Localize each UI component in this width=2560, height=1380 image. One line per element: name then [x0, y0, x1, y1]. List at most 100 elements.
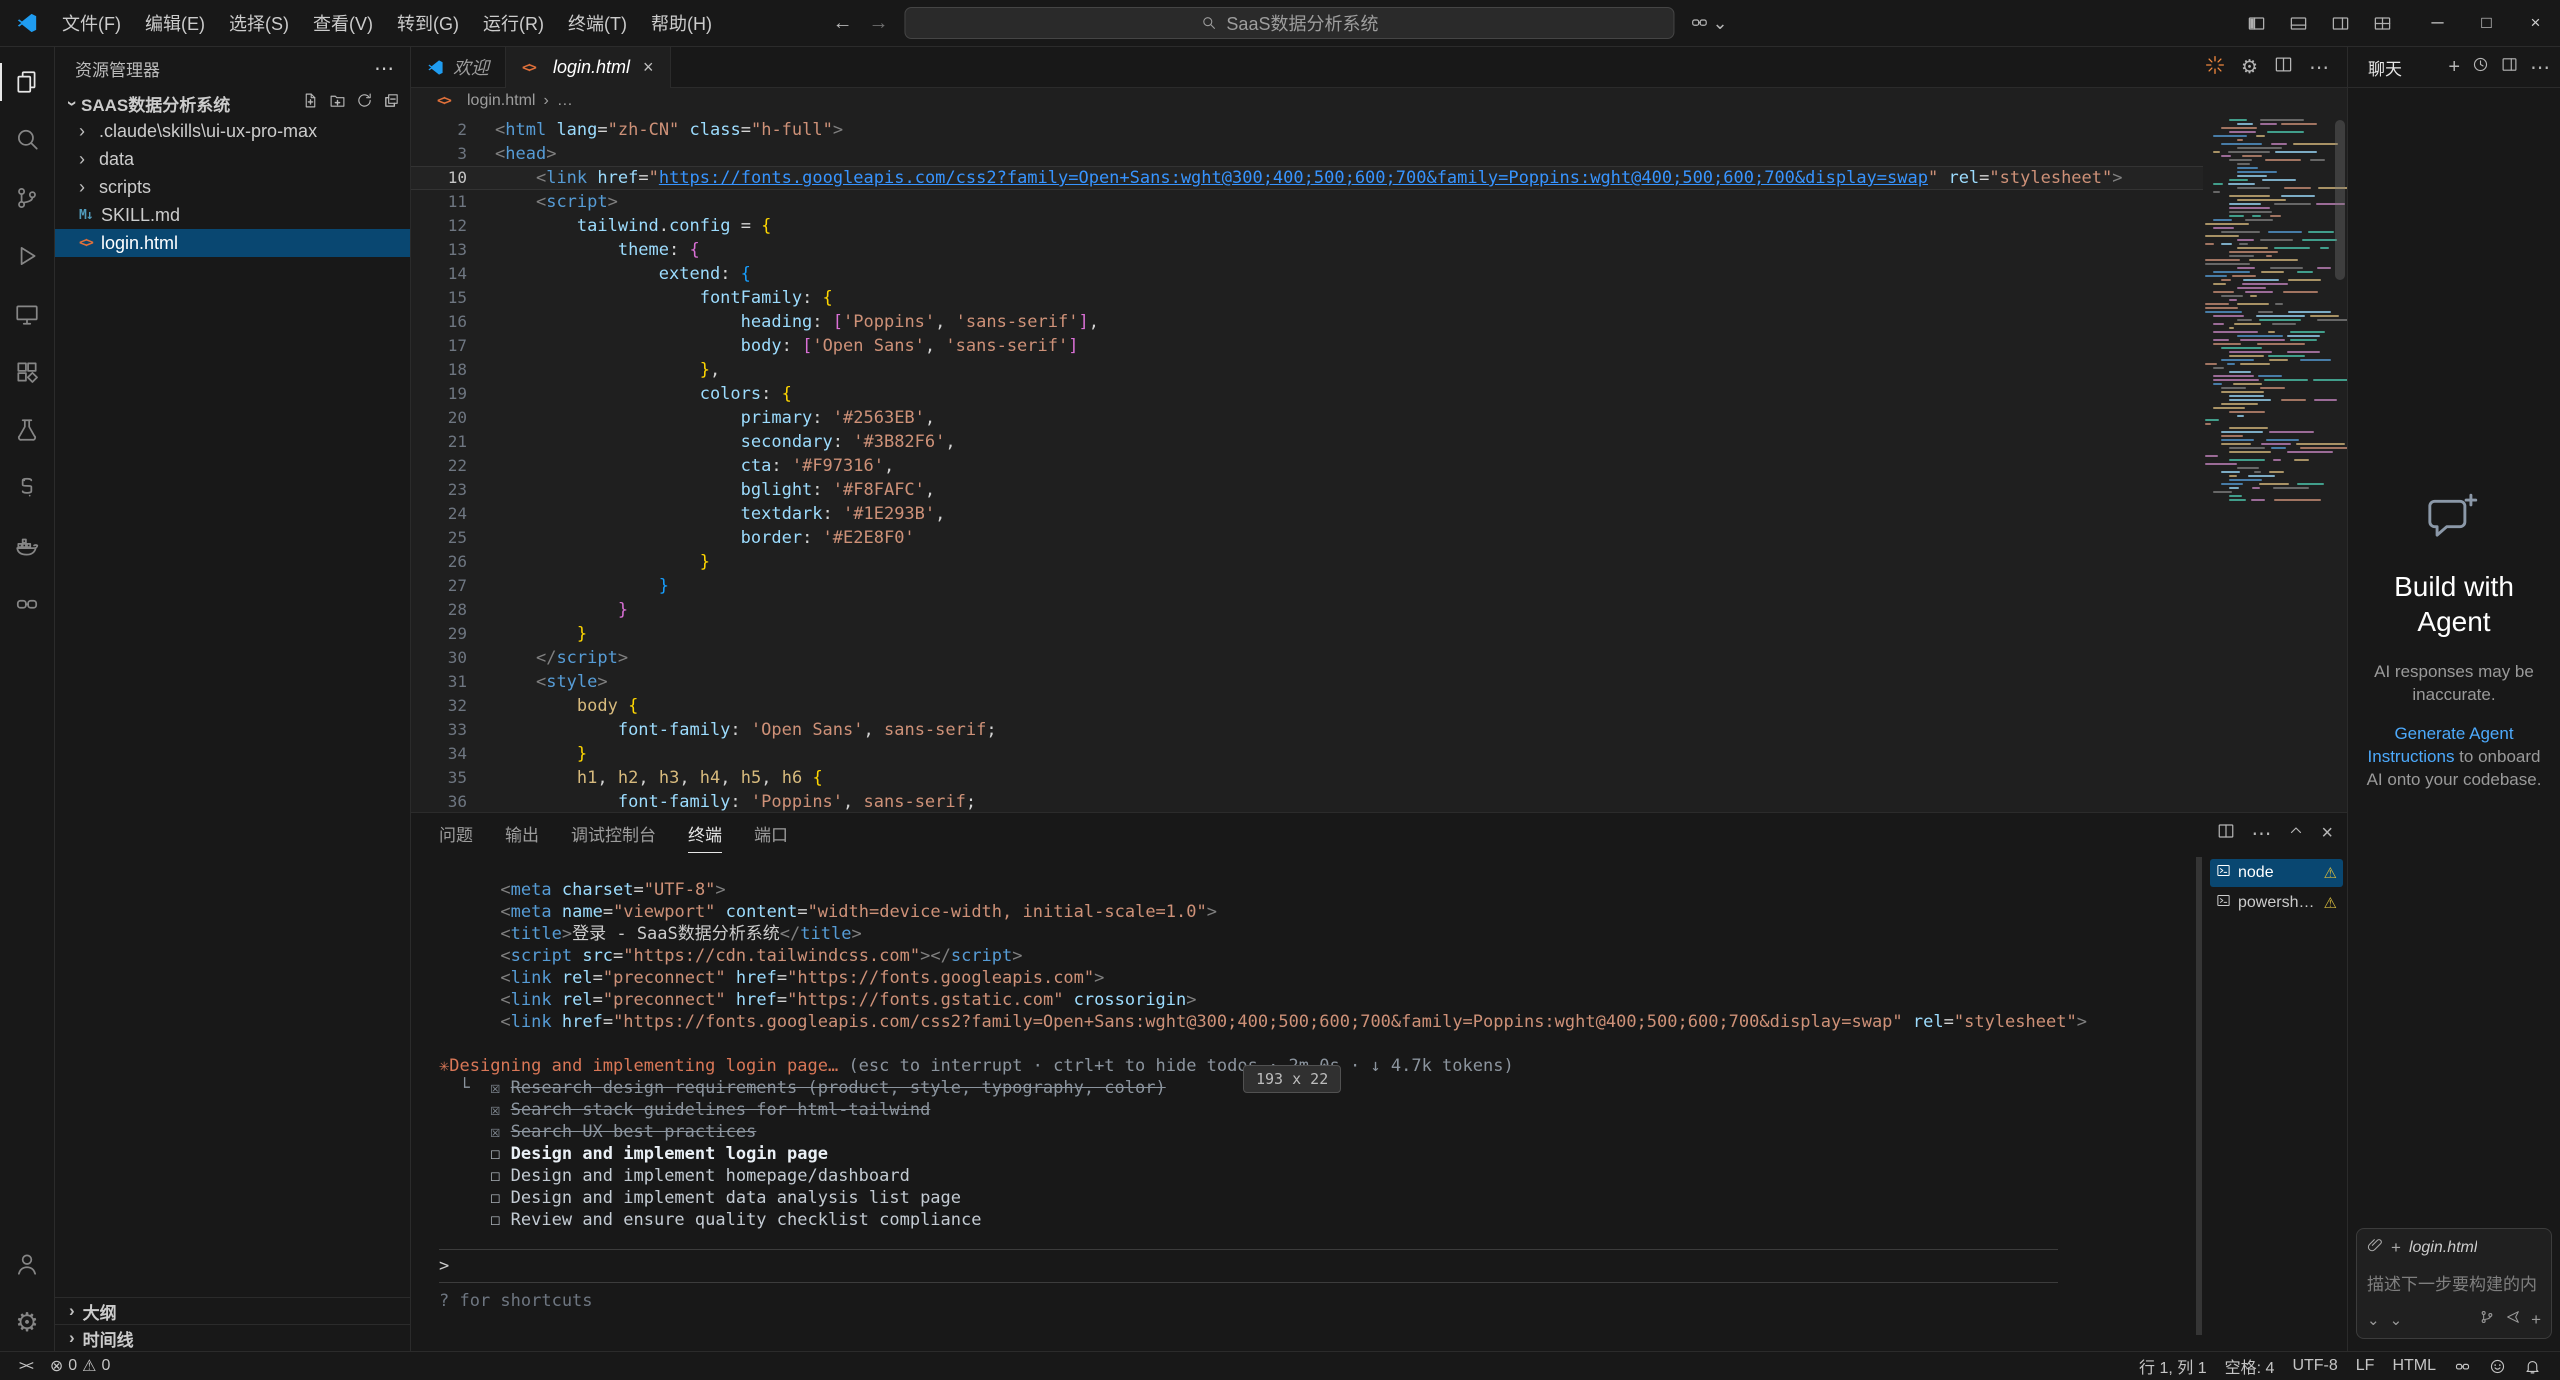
- code-line[interactable]: 25 border: '#E2E8F0': [411, 526, 2203, 550]
- new-folder-icon[interactable]: [329, 92, 346, 114]
- menu-item[interactable]: 查看(V): [301, 5, 385, 41]
- menu-item[interactable]: 转到(G): [385, 5, 471, 41]
- code-line[interactable]: 3<head>: [411, 142, 2203, 166]
- settings-gear-icon[interactable]: ⚙: [0, 1293, 54, 1351]
- maximize-button[interactable]: □: [2462, 0, 2511, 46]
- tree-item-login-html[interactable]: <>login.html: [55, 229, 410, 257]
- remote-explorer-icon[interactable]: [0, 285, 54, 343]
- code-line[interactable]: 23 bglight: '#F8FAFC',: [411, 478, 2203, 502]
- indentation-status[interactable]: 空格: 4: [2216, 1352, 2284, 1380]
- menu-item[interactable]: 终端(T): [556, 5, 639, 41]
- close-window-button[interactable]: ×: [2511, 0, 2560, 46]
- terminal[interactable]: <meta charset="UTF-8"> <meta name="viewp…: [411, 853, 2208, 1351]
- code-line[interactable]: 10 <link href="https://fonts.googleapis.…: [411, 166, 2203, 190]
- notifications-bell-icon[interactable]: [2515, 1352, 2550, 1380]
- search-box[interactable]: SaaS数据分析系统: [904, 7, 1674, 39]
- panel-tab-调试控制台[interactable]: 调试控制台: [571, 813, 656, 853]
- code-line[interactable]: 27 }: [411, 574, 2203, 598]
- code-line[interactable]: 31 <style>: [411, 670, 2203, 694]
- panel-tab-终端[interactable]: 终端: [688, 813, 722, 853]
- code-line[interactable]: 33 font-family: 'Open Sans', sans-serif;: [411, 718, 2203, 742]
- panel-more-icon[interactable]: ⋯: [2251, 821, 2271, 846]
- menu-item[interactable]: 运行(R): [471, 5, 556, 41]
- code-editor[interactable]: 2<html lang="zh-CN" class="h-full">3<hea…: [411, 114, 2347, 812]
- code-line[interactable]: 26 }: [411, 550, 2203, 574]
- code-line[interactable]: 29 }: [411, 622, 2203, 646]
- code-line[interactable]: 16 heading: ['Poppins', 'sans-serif'],: [411, 310, 2203, 334]
- close-tab-icon[interactable]: ×: [643, 57, 654, 78]
- toggle-secondary-sidebar-icon[interactable]: [2323, 7, 2357, 39]
- code-line[interactable]: 20 primary: '#2563EB',: [411, 406, 2203, 430]
- close-panel-icon[interactable]: ×: [2321, 822, 2333, 845]
- menu-item[interactable]: 帮助(H): [639, 5, 724, 41]
- tree-item-data[interactable]: ›data: [55, 145, 410, 173]
- language-mode[interactable]: HTML: [2383, 1352, 2445, 1380]
- docker-extension-icon[interactable]: [0, 517, 54, 575]
- terminal-scrollbar[interactable]: [2196, 853, 2202, 1351]
- tools-icon[interactable]: [2479, 1309, 2495, 1330]
- extensions-icon[interactable]: [0, 343, 54, 401]
- breadcrumb[interactable]: <> login.html › …: [411, 88, 2347, 114]
- code-line[interactable]: 15 fontFamily: {: [411, 286, 2203, 310]
- minimap[interactable]: [2203, 114, 2333, 812]
- toggle-panel-icon[interactable]: [2281, 7, 2315, 39]
- account-icon[interactable]: [0, 1235, 54, 1293]
- add-context-icon[interactable]: +: [2391, 1238, 2401, 1258]
- collapse-folders-icon[interactable]: [383, 92, 400, 114]
- cursor-position[interactable]: 行 1, 列 1: [2130, 1352, 2216, 1380]
- source-control-icon[interactable]: [0, 169, 54, 227]
- sidebar-section-时间线[interactable]: ›时间线: [55, 1324, 410, 1351]
- maximize-panel-icon[interactable]: [2287, 822, 2305, 845]
- code-line[interactable]: 14 extend: {: [411, 262, 2203, 286]
- remote-indicator[interactable]: ><: [10, 1352, 41, 1380]
- mode-dropdown-icon[interactable]: ⌄: [2367, 1311, 2380, 1329]
- breadcrumb-file[interactable]: login.html: [467, 92, 535, 110]
- code-line[interactable]: 35 h1, h2, h3, h4, h5, h6 {: [411, 766, 2203, 790]
- code-line[interactable]: 24 textdark: '#1E293B',: [411, 502, 2203, 526]
- search-sidebar-icon[interactable]: [0, 111, 54, 169]
- code-line[interactable]: 30 </script>: [411, 646, 2203, 670]
- feedback-icon[interactable]: [2480, 1352, 2515, 1380]
- code-line[interactable]: 19 colors: {: [411, 382, 2203, 406]
- editor-scrollbar[interactable]: [2333, 114, 2347, 812]
- menu-item[interactable]: 文件(F): [50, 5, 133, 41]
- refresh-icon[interactable]: [356, 92, 373, 114]
- menu-item[interactable]: 选择(S): [217, 5, 301, 41]
- explorer-icon[interactable]: [0, 53, 54, 111]
- code-line[interactable]: 28 }: [411, 598, 2203, 622]
- copilot-status-icon[interactable]: [2445, 1352, 2480, 1380]
- eol-status[interactable]: LF: [2347, 1352, 2384, 1380]
- split-terminal-icon[interactable]: [2217, 822, 2235, 845]
- back-icon[interactable]: ←: [832, 12, 852, 35]
- workspace-section-header[interactable]: › SAAS数据分析系统: [55, 89, 410, 117]
- terminal-session-node[interactable]: node⚠: [2210, 859, 2343, 887]
- chat-input-placeholder[interactable]: 描述下一步要构建的内: [2367, 1270, 2541, 1295]
- code-line[interactable]: 32 body {: [411, 694, 2203, 718]
- forward-icon[interactable]: →: [868, 12, 888, 35]
- tab-login-html[interactable]: <> login.html ×: [506, 47, 671, 88]
- sidebar-more-icon[interactable]: ⋯: [374, 56, 394, 81]
- panel-tab-输出[interactable]: 输出: [505, 813, 539, 853]
- panel-tab-问题[interactable]: 问题: [439, 813, 473, 853]
- code-line[interactable]: 18 },: [411, 358, 2203, 382]
- run-debug-icon[interactable]: [0, 227, 54, 285]
- spark-icon[interactable]: [2205, 55, 2225, 80]
- more-actions-icon[interactable]: ⋯: [2309, 55, 2329, 80]
- code-line[interactable]: 13 theme: {: [411, 238, 2203, 262]
- chat-input[interactable]: + login.html 描述下一步要构建的内 ⌄ ⌄ +: [2356, 1228, 2552, 1339]
- sidebar-section-大纲[interactable]: ›大纲: [55, 1297, 410, 1324]
- code-line[interactable]: 11 <script>: [411, 190, 2203, 214]
- model-dropdown-icon[interactable]: ⌄: [2390, 1311, 2403, 1329]
- testing-icon[interactable]: [0, 401, 54, 459]
- code-line[interactable]: 22 cta: '#F97316',: [411, 454, 2203, 478]
- attach-context-icon[interactable]: [2367, 1237, 2383, 1258]
- code-line[interactable]: 17 body: ['Open Sans', 'sans-serif']: [411, 334, 2203, 358]
- code-line[interactable]: 36 font-family: 'Poppins', sans-serif;: [411, 790, 2203, 812]
- breadcrumb-ellipsis[interactable]: …: [557, 92, 573, 110]
- split-editor-icon[interactable]: [2274, 55, 2293, 79]
- code-line[interactable]: 12 tailwind.config = {: [411, 214, 2203, 238]
- tree-item-scripts[interactable]: ›scripts: [55, 173, 410, 201]
- python-extension-icon[interactable]: [0, 459, 54, 517]
- toggle-sidebar-icon[interactable]: [2239, 7, 2273, 39]
- problems-status[interactable]: ⊗ 0 ⚠ 0: [41, 1352, 120, 1380]
